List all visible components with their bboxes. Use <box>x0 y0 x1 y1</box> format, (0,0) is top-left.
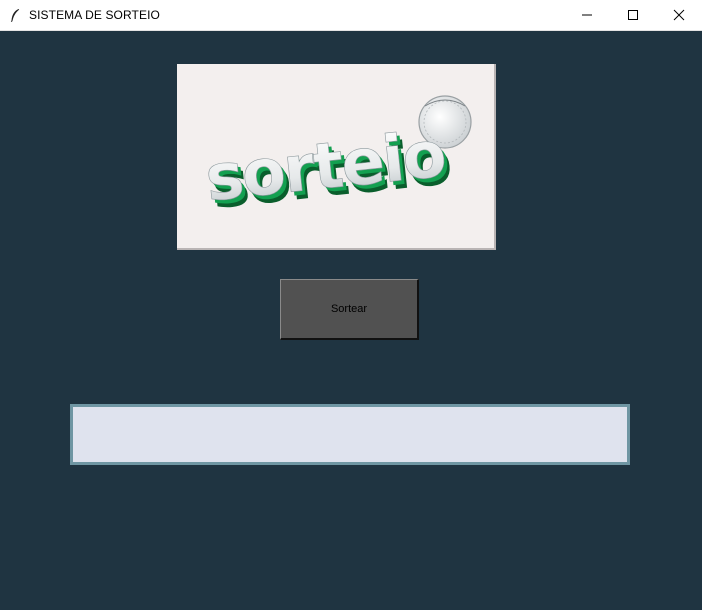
maximize-button[interactable] <box>610 0 656 30</box>
window-title: SISTEMA DE SORTEIO <box>29 8 160 22</box>
result-field[interactable] <box>70 404 630 465</box>
sorteio-logo-image: sorteio sorteio sorteio <box>177 64 496 250</box>
minimize-icon <box>582 14 592 16</box>
sortear-button-label: Sortear <box>330 303 368 315</box>
title-bar[interactable]: SISTEMA DE SORTEIO <box>0 0 702 31</box>
close-button[interactable] <box>656 0 702 30</box>
close-icon <box>673 9 685 21</box>
maximize-icon <box>628 10 638 20</box>
sortear-button[interactable]: Sortear <box>280 279 419 340</box>
minimize-button[interactable] <box>564 0 610 30</box>
app-window: SISTEMA DE SORTEIO sorteio sorteio sorte… <box>0 0 702 610</box>
feather-icon <box>10 9 20 22</box>
sorteio-logo-graphic: sorteio sorteio sorteio <box>202 95 472 224</box>
